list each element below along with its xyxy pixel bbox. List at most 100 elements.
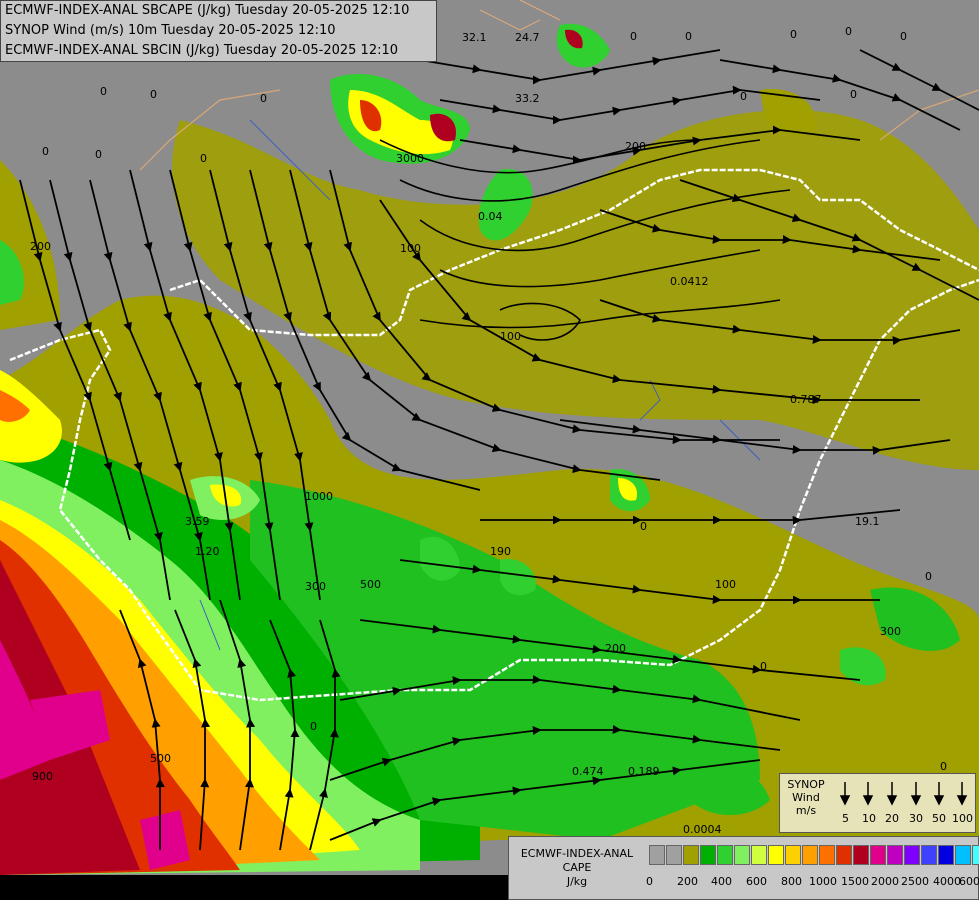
map-value-label: 0 — [740, 90, 747, 103]
cape-color-bar — [649, 845, 979, 865]
header-line-cape: ECMWF-INDEX-ANAL SBCAPE (J/kg) Tuesday 2… — [5, 3, 410, 18]
cape-color-swatch — [836, 845, 852, 865]
map-value-label: 0 — [260, 92, 267, 105]
synop-legend-title: SYNOP Wind m/s — [784, 778, 828, 817]
cape-color-swatch — [768, 845, 784, 865]
map-value-label: 0 — [100, 85, 107, 98]
cape-color-swatch — [734, 845, 750, 865]
map-value-label: 500 — [150, 752, 171, 765]
synop-value: 30 — [909, 812, 923, 825]
cape-legend-units: J/kg — [566, 875, 588, 888]
map-value-label: 0.189 — [628, 765, 660, 778]
map-value-label: 19.1 — [855, 515, 880, 528]
cape-tick: 4000 — [933, 875, 961, 888]
cape-color-swatch — [853, 845, 869, 865]
map-value-label: 3.59 — [185, 515, 210, 528]
cape-color-swatch — [785, 845, 801, 865]
map-value-label: 0 — [845, 25, 852, 38]
map-value-label: 0 — [150, 88, 157, 101]
map-value-label: 100 — [500, 330, 521, 343]
map-value-label: 100 — [400, 242, 421, 255]
cape-tick: 0 — [646, 875, 653, 888]
weather-map — [0, 0, 979, 900]
synop-value: 20 — [885, 812, 899, 825]
cape-tick: 1500 — [841, 875, 869, 888]
map-value-label: 0.474 — [572, 765, 604, 778]
map-value-label: 0 — [940, 760, 947, 773]
cape-color-swatch — [700, 845, 716, 865]
cape-color-swatch — [870, 845, 886, 865]
map-value-label: 0 — [310, 720, 317, 733]
synop-title-line: Wind — [792, 791, 820, 804]
map-value-label: 300 — [305, 580, 326, 593]
synop-value: 50 — [932, 812, 946, 825]
wind-arrow-icon — [933, 782, 945, 806]
map-value-label: 0.787 — [790, 393, 822, 406]
map-value-label: 0 — [640, 520, 647, 533]
map-header: ECMWF-INDEX-ANAL SBCAPE (J/kg) Tuesday 2… — [0, 0, 437, 62]
map-value-label: 0.0004 — [683, 823, 722, 836]
map-value-label: 200 — [625, 140, 646, 153]
cape-color-swatch — [751, 845, 767, 865]
map-value-label: 0 — [850, 88, 857, 101]
map-value-label: 0 — [760, 660, 767, 673]
map-value-label: 500 — [360, 578, 381, 591]
wind-arrow-icon — [956, 782, 968, 806]
cape-tick: 200 — [677, 875, 698, 888]
cape-color-swatch — [666, 845, 682, 865]
map-value-label: 300 — [880, 625, 901, 638]
cape-color-swatch — [649, 845, 665, 865]
cape-color-swatch — [938, 845, 954, 865]
synop-wind-legend: SYNOP Wind m/s 5 10 20 30 50 100 — [779, 773, 976, 833]
cape-tick: 1000 — [809, 875, 837, 888]
cape-tick: 2500 — [901, 875, 929, 888]
map-value-label: 1.20 — [195, 545, 220, 558]
cape-tick-labels: 0 200 400 600 800 1000 1500 2000 2500 40… — [646, 875, 979, 889]
wind-arrow-icon — [910, 782, 922, 806]
cape-color-swatch — [717, 845, 733, 865]
map-value-label: 0 — [42, 145, 49, 158]
cape-tick: 6000 — [959, 875, 979, 888]
synop-value: 100 — [952, 812, 973, 825]
cape-tick: 400 — [711, 875, 732, 888]
map-value-label: 200 — [30, 240, 51, 253]
map-value-label: 0 — [95, 148, 102, 161]
cape-tick: 800 — [781, 875, 802, 888]
cape-color-swatch — [802, 845, 818, 865]
cape-tick: 2000 — [871, 875, 899, 888]
map-value-label: 0.0412 — [670, 275, 709, 288]
map-value-label: 1000 — [305, 490, 333, 503]
cape-legend: ECMWF-INDEX-ANAL CAPE J/kg 0 200 400 600… — [508, 836, 979, 900]
map-value-label: 33.2 — [515, 92, 540, 105]
wind-arrow-icon — [862, 782, 874, 806]
synop-title-line: SYNOP — [787, 778, 825, 791]
cape-color-swatch — [819, 845, 835, 865]
cape-legend-source: ECMWF-INDEX-ANAL — [520, 847, 634, 860]
map-value-label: 100 — [715, 578, 736, 591]
wind-arrow-icons — [839, 782, 968, 806]
map-value-label: 190 — [490, 545, 511, 558]
cape-color-swatch — [683, 845, 699, 865]
cape-color-swatch — [887, 845, 903, 865]
map-value-label: 0 — [925, 570, 932, 583]
wind-arrow-icon — [886, 782, 898, 806]
map-value-label: 200 — [605, 642, 626, 655]
synop-value: 10 — [862, 812, 876, 825]
synop-units-line: m/s — [795, 804, 817, 817]
cape-color-swatch — [921, 845, 937, 865]
map-value-label: 0 — [900, 30, 907, 43]
map-value-label: 3000 — [396, 152, 424, 165]
map-value-label: 24.7 — [515, 31, 540, 44]
map-value-label: 0 — [630, 30, 637, 43]
cape-color-swatch — [904, 845, 920, 865]
map-bottom-band — [0, 875, 510, 900]
map-value-label: 900 — [32, 770, 53, 783]
wind-arrow-icon — [839, 782, 851, 806]
cape-tick: 600 — [746, 875, 767, 888]
cape-legend-title: ECMWF-INDEX-ANAL CAPE J/kg — [513, 847, 641, 889]
cape-color-swatch — [972, 845, 979, 865]
map-value-label: 0 — [790, 28, 797, 41]
map-value-label: 0.04 — [478, 210, 503, 223]
cape-legend-variable: CAPE — [562, 861, 592, 874]
map-value-label: 0 — [200, 152, 207, 165]
